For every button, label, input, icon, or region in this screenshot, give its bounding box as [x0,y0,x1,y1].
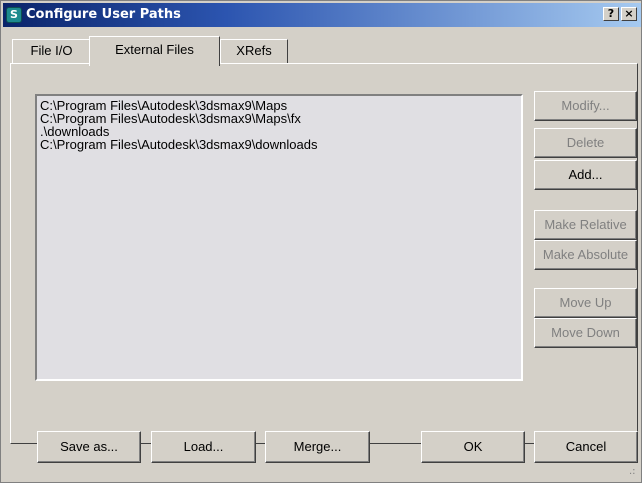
resize-grip-icon[interactable]: .: [629,467,636,477]
help-button[interactable]: ? [603,7,619,21]
modify-button[interactable]: Modify... [534,91,637,121]
close-button[interactable]: × [621,7,637,21]
ok-button[interactable]: OK [421,431,525,463]
configure-user-paths-dialog: S Configure User Paths ? × File I/O Exte… [0,0,642,483]
app-icon: S [6,7,22,23]
make-absolute-button[interactable]: Make Absolute [534,240,637,270]
save-as-button[interactable]: Save as... [37,431,141,463]
move-up-button[interactable]: Move Up [534,288,637,318]
merge-button[interactable]: Merge... [265,431,370,463]
make-relative-button[interactable]: Make Relative [534,210,637,240]
tab-file-io[interactable]: File I/O [12,39,91,63]
list-item[interactable]: C:\Program Files\Autodesk\3dsmax9\downlo… [37,138,521,151]
move-down-button[interactable]: Move Down [534,318,637,348]
cancel-button[interactable]: Cancel [534,431,638,463]
tab-xrefs[interactable]: XRefs [220,39,288,63]
title-bar[interactable]: S Configure User Paths ? × [3,3,641,27]
load-button[interactable]: Load... [151,431,256,463]
tab-external-files[interactable]: External Files [89,36,220,66]
list-item[interactable]: C:\Program Files\Autodesk\3dsmax9\Maps\f… [37,112,521,125]
path-list[interactable]: C:\Program Files\Autodesk\3dsmax9\Maps C… [35,94,523,381]
delete-button[interactable]: Delete [534,128,637,158]
add-button[interactable]: Add... [534,160,637,190]
window-title: Configure User Paths [26,7,181,22]
